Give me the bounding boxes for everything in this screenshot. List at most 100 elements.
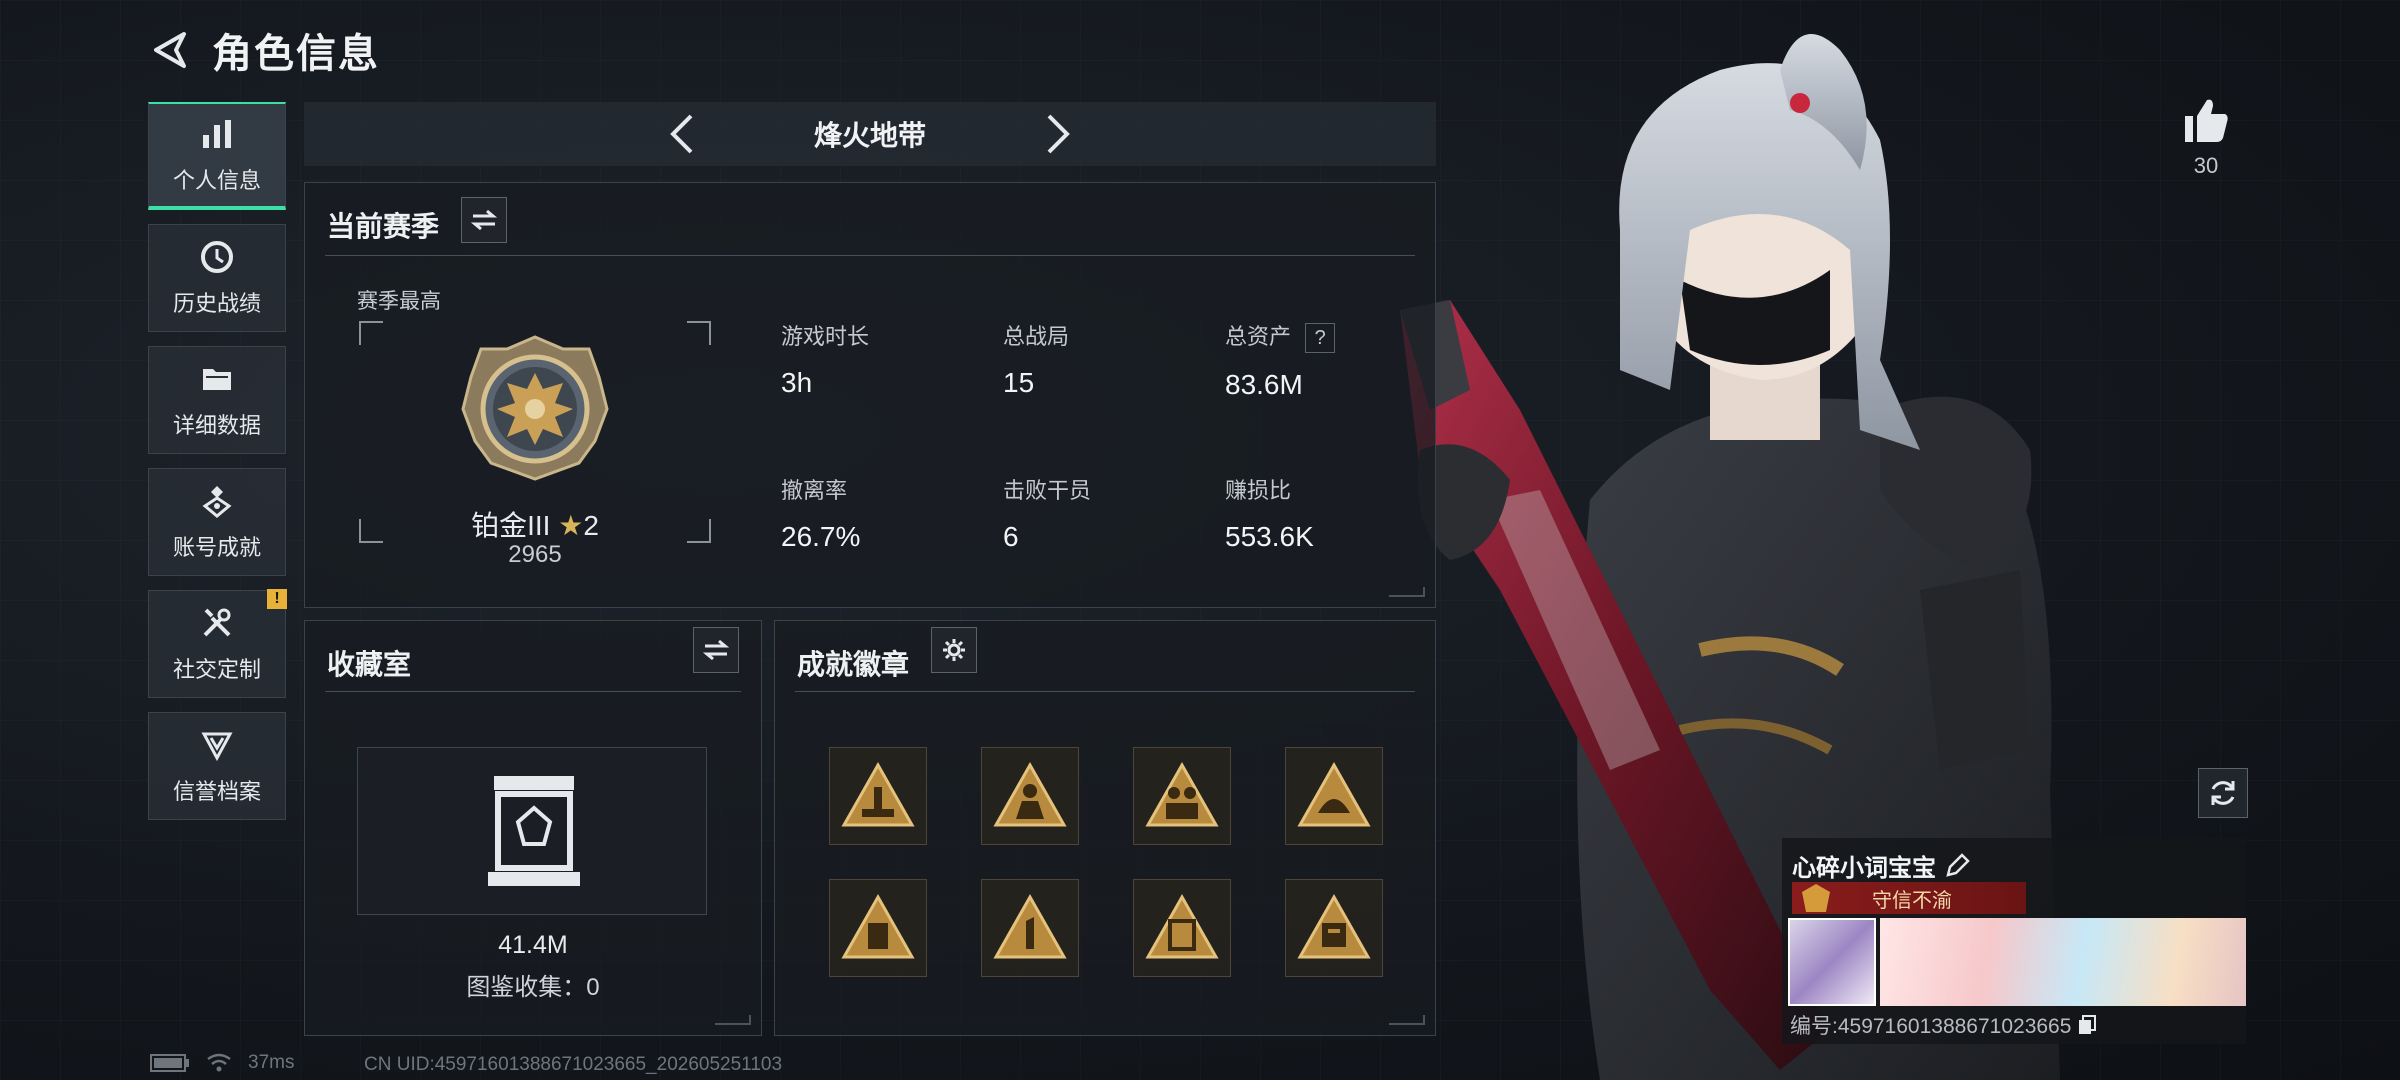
stat-kills: 击败干员 6	[1003, 473, 1091, 553]
alert-badge: !	[267, 589, 287, 609]
achievement-badge-4[interactable]	[1285, 747, 1383, 845]
stat-value: 15	[1003, 367, 1035, 398]
rank-name-row: 铂金III ★2	[359, 504, 711, 544]
rank-frame: 铂金III ★2 2965	[359, 321, 711, 568]
swap-icon	[703, 639, 729, 661]
sidebar-item-history[interactable]: 历史战绩	[148, 224, 286, 332]
achievement-settings-button[interactable]	[931, 627, 977, 673]
achievement-badge-icon	[1145, 893, 1219, 959]
stat-label: 总资产	[1225, 324, 1292, 349]
achievement-badge-1[interactable]	[829, 747, 927, 845]
folder-icon	[198, 360, 236, 398]
sidebar-item-label: 账号成就	[172, 535, 261, 560]
avatar[interactable]	[1788, 918, 1876, 1006]
stat-total-matches: 总战局 15	[1003, 319, 1069, 399]
sidebar-item-detailed-data[interactable]: 详细数据	[148, 346, 286, 454]
achievement-badge-5[interactable]	[829, 879, 927, 977]
sidebar-item-reputation[interactable]: 信誉档案	[148, 712, 286, 820]
copy-icon[interactable]	[2077, 1014, 2097, 1036]
season-switch-button[interactable]	[461, 197, 507, 243]
mode-prev-button[interactable]	[660, 112, 704, 156]
display-case-icon	[488, 776, 580, 886]
clock-icon	[198, 238, 236, 276]
collection-preview	[357, 747, 707, 915]
status-bar: 37ms	[150, 1052, 294, 1074]
collection-panel[interactable]: 收藏室 41.4M 图鉴收集：0	[304, 620, 762, 1036]
achievement-badge-7[interactable]	[1133, 879, 1231, 977]
help-icon[interactable]: ?	[1305, 323, 1336, 353]
stat-extract-rate: 撤离率 26.7%	[781, 473, 860, 553]
collection-count: 图鉴收集：0	[466, 974, 600, 1001]
player-name-row: 心碎小词宝宝	[1792, 848, 1970, 883]
sidebar-item-personal-info[interactable]: 个人信息	[148, 102, 286, 210]
wifi-icon	[207, 1053, 231, 1072]
stat-label: 赚损比	[1225, 478, 1292, 503]
stat-total-assets: 总资产 ? 83.6M	[1225, 319, 1336, 401]
achievement-badge-2[interactable]	[981, 747, 1079, 845]
frame-corner	[687, 321, 711, 345]
collection-switch-button[interactable]	[693, 627, 739, 673]
achievement-badge-6[interactable]	[981, 879, 1079, 977]
stat-play-time: 游戏时长 3h	[781, 319, 869, 399]
achievement-badge-icon	[993, 893, 1067, 959]
stat-label: 总战局	[1003, 324, 1070, 349]
star-icon: ★	[558, 510, 584, 541]
shield-icon	[198, 726, 236, 764]
achievement-badge-icon	[1297, 761, 1371, 827]
like-button[interactable]: 30	[2180, 96, 2232, 179]
collection-value: 41.4M	[498, 931, 568, 959]
bar-chart-icon	[198, 115, 236, 153]
achievement-badge-icon	[841, 761, 915, 827]
divider	[325, 691, 741, 692]
player-name: 心碎小词宝宝	[1792, 855, 1936, 882]
stat-label: 游戏时长	[781, 324, 870, 349]
rank-name: 铂金III	[471, 510, 551, 541]
player-title-bar: 守信不渝	[1792, 882, 2026, 914]
stat-label: 击败干员	[1003, 478, 1092, 503]
sidebar-item-label: 详细数据	[172, 413, 261, 438]
stat-label: 撤离率	[781, 478, 848, 503]
mode-title: 烽火地带	[813, 120, 926, 151]
tools-icon	[198, 604, 236, 642]
stat-value: 26.7%	[781, 521, 861, 552]
achievement-badge-icon	[1145, 761, 1219, 827]
corner-decoration	[1389, 587, 1425, 597]
sidebar-item-achievements[interactable]: 账号成就	[148, 468, 286, 576]
sidebar-item-social-custom[interactable]: ! 社交定制	[148, 589, 287, 698]
sidebar-item-label: 个人信息	[172, 168, 261, 193]
season-best-label: 赛季最高	[357, 290, 441, 313]
edit-pencil-icon[interactable]	[1944, 852, 1970, 879]
achievement-badge-icon	[1297, 893, 1371, 959]
stat-value: 3h	[781, 367, 813, 398]
refresh-button[interactable]	[2198, 768, 2248, 818]
back-button[interactable]	[148, 28, 192, 72]
stat-value: 6	[1003, 521, 1019, 552]
like-count: 30	[2193, 153, 2219, 178]
stat-value: 553.6K	[1225, 521, 1314, 552]
corner-decoration	[715, 1015, 751, 1025]
chevron-right-icon	[1047, 114, 1070, 154]
sidebar: 个人信息 历史战绩 详细数据 账号成就 ! 社交定制 信誉档案	[148, 102, 287, 834]
corner-decoration	[1389, 1015, 1425, 1025]
achievement-badge-8[interactable]	[1285, 879, 1383, 977]
rank-emblem-icon	[461, 335, 609, 481]
achievement-badge-icon	[841, 893, 915, 959]
sidebar-item-label: 历史战绩	[172, 291, 261, 316]
achievement-badge-3[interactable]	[1133, 747, 1231, 845]
medal-icon	[198, 482, 236, 520]
achievement-badge-icon	[993, 761, 1067, 827]
stat-profit-ratio: 赚损比 553.6K	[1225, 473, 1314, 553]
mode-next-button[interactable]	[1036, 112, 1080, 156]
thumbs-up-icon	[2185, 99, 2228, 142]
player-id-row: 编号:459716013886710236​65	[1790, 1010, 2097, 1040]
page-title: 角色信息	[212, 32, 380, 76]
frame-corner	[359, 321, 383, 345]
player-id: 编号:459716013886710236​65	[1790, 1015, 2072, 1038]
battery-icon	[150, 1054, 189, 1072]
achievement-title: 成就徽章	[797, 649, 910, 680]
sidebar-item-label: 信誉档案	[172, 779, 261, 804]
profile-card: 心碎小词宝宝 守信不渝 编号:459716013886710236​65	[1782, 838, 2246, 1044]
stat-label-row: 总资产 ?	[1225, 319, 1336, 353]
title-emblem-icon	[1802, 884, 1830, 912]
profile-banner	[1880, 918, 2246, 1006]
